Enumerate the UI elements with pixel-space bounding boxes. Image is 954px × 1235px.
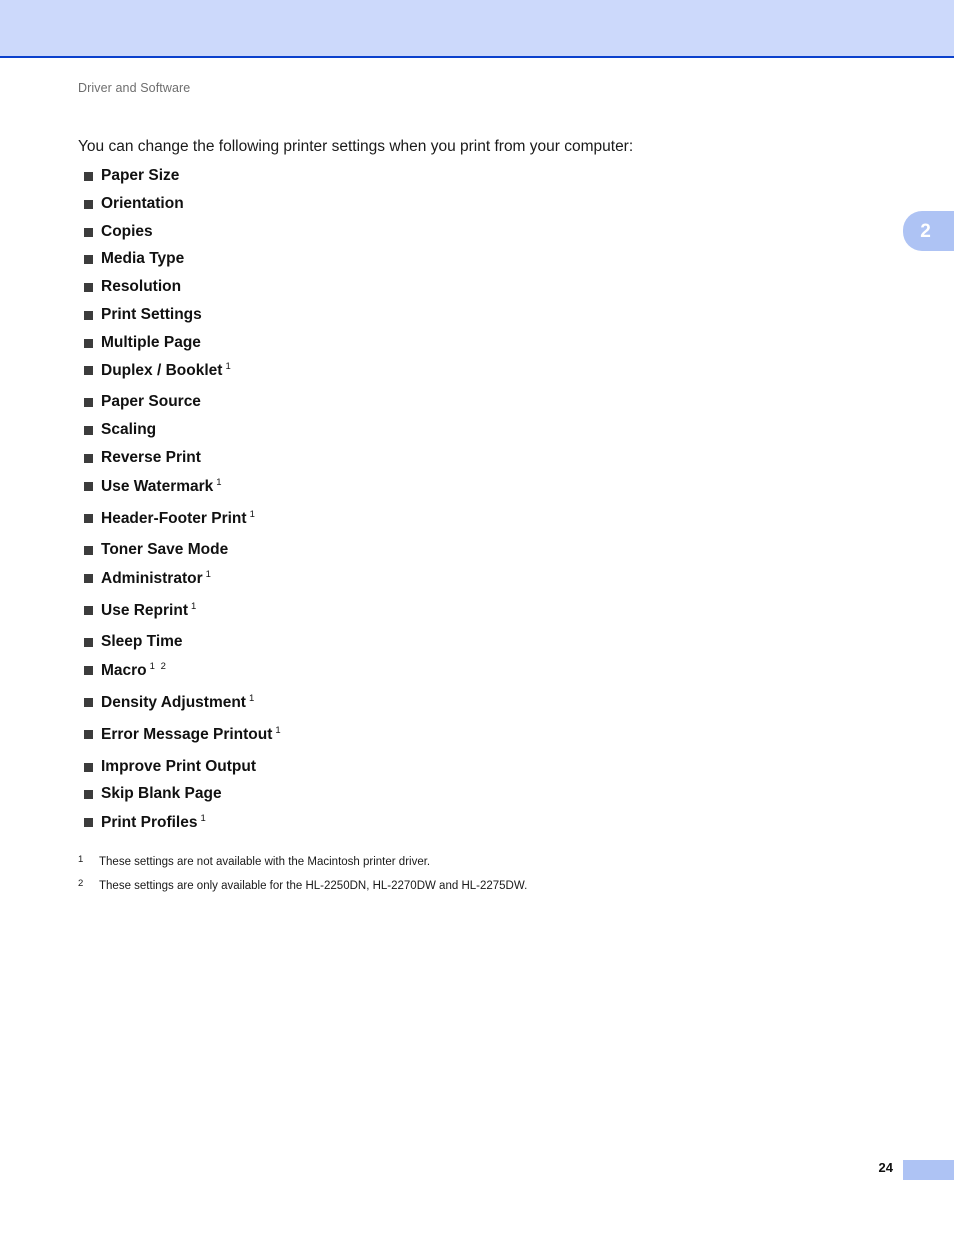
setting-list-item: Paper Source (78, 394, 878, 410)
square-bullet-icon (84, 453, 93, 463)
footnote-reference-marker: 1 (225, 361, 233, 373)
setting-list-item: Print Settings (78, 307, 878, 323)
setting-list-item: Use Watermark 1 (78, 476, 878, 495)
square-bullet-icon (84, 730, 93, 740)
chapter-tab-number: 2 (920, 220, 931, 242)
setting-label: Use Watermark (101, 477, 214, 495)
footnote-reference-marker: 1 (205, 568, 213, 580)
setting-list-item: Macro 1 2 (78, 662, 878, 679)
footnote-row: 2 These settings are only available for t… (78, 877, 878, 894)
setting-label: Density Adjustment (101, 694, 246, 712)
setting-list-item: Toner Save Mode (78, 542, 878, 558)
square-bullet-icon (84, 818, 93, 827)
setting-label: Skip Blank Page (101, 785, 222, 803)
chapter-tab: 2 (903, 211, 954, 251)
setting-label: Sleep Time (101, 633, 183, 651)
running-head: Driver and Software (78, 81, 191, 95)
footnote-reference-marker: 1 (216, 476, 224, 488)
square-bullet-icon (84, 513, 93, 523)
setting-list-item: Copies (78, 224, 878, 240)
setting-label: Multiple Page (101, 333, 201, 351)
setting-label: Copies (101, 222, 153, 240)
square-bullet-icon (84, 255, 93, 265)
square-bullet-icon (84, 481, 93, 491)
setting-label: Toner Save Mode (101, 541, 229, 558)
setting-label: Improve Print Output (101, 757, 256, 775)
header-rule-divider (0, 56, 954, 58)
setting-list-item: Improve Print Output (78, 757, 878, 775)
setting-label: Use Reprint (101, 602, 188, 620)
setting-label: Macro (101, 662, 147, 680)
setting-list-item: Print Profiles 1 (78, 814, 878, 831)
footnote-text: These settings are not available with th… (99, 856, 431, 868)
setting-label: Duplex / Booklet (101, 362, 223, 380)
square-bullet-icon (84, 366, 93, 376)
setting-list-item: Media Type (78, 251, 878, 267)
intro-paragraph: You can change the following printer set… (78, 138, 634, 155)
square-bullet-icon (84, 172, 93, 182)
setting-list-item: Use Reprint 1 (78, 602, 878, 619)
setting-label: Reverse Print (101, 448, 201, 466)
footer-decorative-swatch (903, 1160, 954, 1180)
footnote-text: These settings are only available for th… (99, 879, 528, 892)
setting-list-item: Density Adjustment 1 (78, 694, 878, 711)
square-bullet-icon (84, 200, 93, 210)
setting-list-item: Scaling (78, 422, 878, 438)
square-bullet-icon (84, 338, 93, 348)
square-bullet-icon (84, 310, 93, 320)
header-decorative-band (0, 0, 954, 56)
footnote-marker: 2 (78, 877, 84, 889)
page-number: 24 (878, 1160, 893, 1175)
setting-list-item: Error Message Printout 1 (78, 726, 878, 743)
footnotes-block: 1 These settings are not available with t… (78, 854, 878, 903)
square-bullet-icon (84, 790, 93, 800)
setting-list-item: Skip Blank Page (78, 786, 878, 802)
setting-label: Resolution (101, 278, 182, 296)
square-bullet-icon (84, 426, 93, 436)
square-bullet-icon (84, 227, 93, 237)
setting-label: Print Settings (101, 305, 202, 323)
square-bullet-icon (84, 698, 93, 708)
setting-list-item: Duplex / Booklet 1 (78, 362, 878, 379)
setting-label: Paper Source (101, 393, 201, 411)
setting-list-item: Administrator 1 (78, 568, 878, 587)
square-bullet-icon (84, 283, 93, 293)
setting-label: Error Message Printout (101, 726, 273, 744)
square-bullet-icon (84, 605, 93, 615)
printer-settings-list: Paper Size Orientation Copies Media Type Res… (78, 168, 878, 830)
footnote-marker: 1 (78, 854, 84, 865)
setting-list-item: Resolution (78, 279, 878, 295)
setting-label: Paper Size (101, 167, 180, 185)
footnote-reference-marker: 1 (275, 725, 283, 737)
setting-label: Administrator (101, 569, 203, 587)
footnote-reference-marker: 1 (191, 600, 198, 612)
setting-list-item: Reverse Print (78, 450, 878, 466)
page-footer: 24 (0, 1158, 954, 1182)
setting-label: Orientation (101, 195, 184, 213)
footnote-row: 1 These settings are not available with t… (78, 854, 878, 870)
square-bullet-icon (84, 762, 93, 772)
square-bullet-icon (84, 638, 93, 648)
setting-list-item: Header-Footer Print 1 (78, 510, 878, 527)
setting-list-item: Multiple Page (78, 333, 878, 351)
square-bullet-icon (84, 398, 93, 408)
setting-label: Scaling (101, 421, 157, 439)
footnote-reference-marker: 1 (200, 813, 208, 824)
setting-label: Print Profiles (101, 814, 198, 832)
setting-label: Header-Footer Print (101, 509, 247, 527)
setting-list-item: Paper Size (78, 168, 878, 184)
square-bullet-icon (84, 573, 93, 583)
setting-list-item: Sleep Time (78, 634, 878, 650)
setting-list-item: Orientation (78, 196, 878, 212)
page-content: You can change the following printer set… (78, 137, 878, 846)
square-bullet-icon (84, 665, 93, 675)
footnote-reference-marker: 1 (249, 508, 257, 520)
footnote-reference-marker: 1 2 (149, 660, 168, 672)
setting-label: Media Type (101, 250, 185, 268)
square-bullet-icon (84, 546, 93, 555)
footnote-reference-marker: 1 (248, 693, 256, 705)
